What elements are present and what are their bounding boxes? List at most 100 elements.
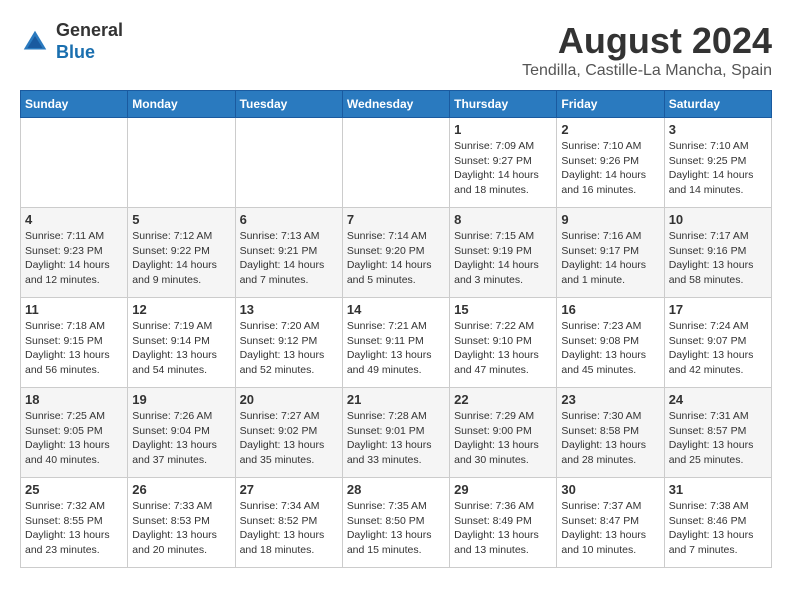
day-number: 22 (454, 392, 552, 407)
calendar-cell: 30 Sunrise: 7:37 AMSunset: 8:47 PMDayligh… (557, 478, 664, 568)
calendar-cell: 20Sunrise: 7:27 AMSunset: 9:02 PMDayligh… (235, 388, 342, 478)
day-number: 31 (669, 482, 767, 497)
day-info: Sunrise: 7:18 AMSunset: 9:15 PMDaylight:… (25, 319, 123, 378)
day-number: 20 (240, 392, 338, 407)
calendar-cell: 10 Sunrise: 7:17 AMSunset: 9:16 PMDayligh… (664, 208, 771, 298)
calendar-cell: 17 Sunrise: 7:24 AMSunset: 9:07 PMDayligh… (664, 298, 771, 388)
day-number: 18 (25, 392, 123, 407)
calendar-cell: 29 Sunrise: 7:36 AMSunset: 8:49 PMDayligh… (450, 478, 557, 568)
day-number: 14 (347, 302, 445, 317)
day-info: Sunrise: 7:29 AMSunset: 9:00 PMDaylight:… (454, 409, 552, 468)
header-row: SundayMondayTuesdayWednesdayThursdayFrid… (21, 91, 772, 118)
location-label: Tendilla, Castille-La Mancha, Spain (522, 62, 772, 80)
day-number: 27 (240, 482, 338, 497)
day-info: Sunrise: 7:22 AMSunset: 9:10 PMDaylight:… (454, 319, 552, 378)
calendar-cell (235, 118, 342, 208)
calendar-cell: 16 Sunrise: 7:23 AMSunset: 9:08 PMDayligh… (557, 298, 664, 388)
day-info: Sunrise: 7:36 AMSunset: 8:49 PMDaylight:… (454, 499, 552, 558)
day-number: 19 (132, 392, 230, 407)
day-number: 12 (132, 302, 230, 317)
logo: General Blue (20, 20, 123, 63)
calendar-cell: 25Sunrise: 7:32 AMSunset: 8:55 PMDayligh… (21, 478, 128, 568)
calendar-cell: 4Sunrise: 7:11 AMSunset: 9:23 PMDaylight… (21, 208, 128, 298)
calendar-cell (342, 118, 449, 208)
logo-text: General Blue (56, 20, 123, 63)
day-info: Sunrise: 7:21 AMSunset: 9:11 PMDaylight:… (347, 319, 445, 378)
calendar-header: SundayMondayTuesdayWednesdayThursdayFrid… (21, 91, 772, 118)
calendar-cell: 6 Sunrise: 7:13 AMSunset: 9:21 PMDaylight… (235, 208, 342, 298)
calendar-week-2: 4Sunrise: 7:11 AMSunset: 9:23 PMDaylight… (21, 208, 772, 298)
day-number: 15 (454, 302, 552, 317)
calendar-cell: 22 Sunrise: 7:29 AMSunset: 9:00 PMDayligh… (450, 388, 557, 478)
day-info: Sunrise: 7:17 AMSunset: 9:16 PMDaylight:… (669, 229, 767, 288)
day-info: Sunrise: 7:33 AMSunset: 8:53 PMDaylight:… (132, 499, 230, 558)
day-info: Sunrise: 7:28 AMSunset: 9:01 PMDaylight:… (347, 409, 445, 468)
day-info: Sunrise: 7:20 AMSunset: 9:12 PMDaylight:… (240, 319, 338, 378)
day-info: Sunrise: 7:38 AMSunset: 8:46 PMDaylight:… (669, 499, 767, 558)
calendar-cell: 21 Sunrise: 7:28 AMSunset: 9:01 PMDayligh… (342, 388, 449, 478)
calendar-cell: 18 Sunrise: 7:25 AMSunset: 9:05 PMDayligh… (21, 388, 128, 478)
day-number: 16 (561, 302, 659, 317)
day-number: 4 (25, 212, 123, 227)
day-info: Sunrise: 7:26 AMSunset: 9:04 PMDaylight:… (132, 409, 230, 468)
day-number: 26 (132, 482, 230, 497)
day-info: Sunrise: 7:34 AMSunset: 8:52 PMDaylight:… (240, 499, 338, 558)
day-info: Sunrise: 7:13 AMSunset: 9:21 PMDaylight:… (240, 229, 338, 288)
calendar-cell: 3Sunrise: 7:10 AMSunset: 9:25 PMDaylight… (664, 118, 771, 208)
header-day-tuesday: Tuesday (235, 91, 342, 118)
day-info: Sunrise: 7:31 AMSunset: 8:57 PMDaylight:… (669, 409, 767, 468)
day-number: 17 (669, 302, 767, 317)
calendar-body: 1Sunrise: 7:09 AMSunset: 9:27 PMDaylight… (21, 118, 772, 568)
day-number: 6 (240, 212, 338, 227)
calendar-cell: 8Sunrise: 7:15 AMSunset: 9:19 PMDaylight… (450, 208, 557, 298)
header-day-saturday: Saturday (664, 91, 771, 118)
day-info: Sunrise: 7:10 AMSunset: 9:25 PMDaylight:… (669, 139, 767, 198)
day-info: Sunrise: 7:35 AMSunset: 8:50 PMDaylight:… (347, 499, 445, 558)
calendar-cell: 27 Sunrise: 7:34 AMSunset: 8:52 PMDayligh… (235, 478, 342, 568)
title-section: August 2024 Tendilla, Castille-La Mancha… (522, 20, 772, 80)
day-info: Sunrise: 7:32 AMSunset: 8:55 PMDaylight:… (25, 499, 123, 558)
calendar-week-5: 25Sunrise: 7:32 AMSunset: 8:55 PMDayligh… (21, 478, 772, 568)
day-info: Sunrise: 7:15 AMSunset: 9:19 PMDaylight:… (454, 229, 552, 288)
calendar-cell: 15 Sunrise: 7:22 AMSunset: 9:10 PMDayligh… (450, 298, 557, 388)
day-number: 24 (669, 392, 767, 407)
header-day-sunday: Sunday (21, 91, 128, 118)
calendar-cell: 1Sunrise: 7:09 AMSunset: 9:27 PMDaylight… (450, 118, 557, 208)
calendar-cell: 31 Sunrise: 7:38 AMSunset: 8:46 PMDayligh… (664, 478, 771, 568)
day-number: 2 (561, 122, 659, 137)
calendar-cell: 13 Sunrise: 7:20 AMSunset: 9:12 PMDayligh… (235, 298, 342, 388)
header-day-wednesday: Wednesday (342, 91, 449, 118)
day-number: 13 (240, 302, 338, 317)
day-info: Sunrise: 7:10 AMSunset: 9:26 PMDaylight:… (561, 139, 659, 198)
logo-general: General (56, 20, 123, 40)
calendar-table: SundayMondayTuesdayWednesdayThursdayFrid… (20, 90, 772, 568)
day-number: 28 (347, 482, 445, 497)
day-info: Sunrise: 7:25 AMSunset: 9:05 PMDaylight:… (25, 409, 123, 468)
header-day-friday: Friday (557, 91, 664, 118)
day-number: 9 (561, 212, 659, 227)
day-number: 5 (132, 212, 230, 227)
day-number: 7 (347, 212, 445, 227)
header: General Blue August 2024 Tendilla, Casti… (20, 20, 772, 80)
day-info: Sunrise: 7:37 AMSunset: 8:47 PMDaylight:… (561, 499, 659, 558)
month-year-title: August 2024 (522, 20, 772, 62)
calendar-cell: 19 Sunrise: 7:26 AMSunset: 9:04 PMDayligh… (128, 388, 235, 478)
calendar-cell: 24 Sunrise: 7:31 AMSunset: 8:57 PMDayligh… (664, 388, 771, 478)
calendar-cell: 11 Sunrise: 7:18 AMSunset: 9:15 PMDayligh… (21, 298, 128, 388)
day-number: 30 (561, 482, 659, 497)
calendar-cell: 9 Sunrise: 7:16 AMSunset: 9:17 PMDaylight… (557, 208, 664, 298)
calendar-cell: 12Sunrise: 7:19 AMSunset: 9:14 PMDayligh… (128, 298, 235, 388)
day-info: Sunrise: 7:14 AMSunset: 9:20 PMDaylight:… (347, 229, 445, 288)
calendar-week-4: 18 Sunrise: 7:25 AMSunset: 9:05 PMDayligh… (21, 388, 772, 478)
day-number: 21 (347, 392, 445, 407)
day-number: 23 (561, 392, 659, 407)
day-number: 11 (25, 302, 123, 317)
day-info: Sunrise: 7:23 AMSunset: 9:08 PMDaylight:… (561, 319, 659, 378)
calendar-cell: 26 Sunrise: 7:33 AMSunset: 8:53 PMDayligh… (128, 478, 235, 568)
header-day-thursday: Thursday (450, 91, 557, 118)
day-info: Sunrise: 7:16 AMSunset: 9:17 PMDaylight:… (561, 229, 659, 288)
day-number: 10 (669, 212, 767, 227)
day-info: Sunrise: 7:24 AMSunset: 9:07 PMDaylight:… (669, 319, 767, 378)
calendar-week-3: 11 Sunrise: 7:18 AMSunset: 9:15 PMDayligh… (21, 298, 772, 388)
day-number: 29 (454, 482, 552, 497)
